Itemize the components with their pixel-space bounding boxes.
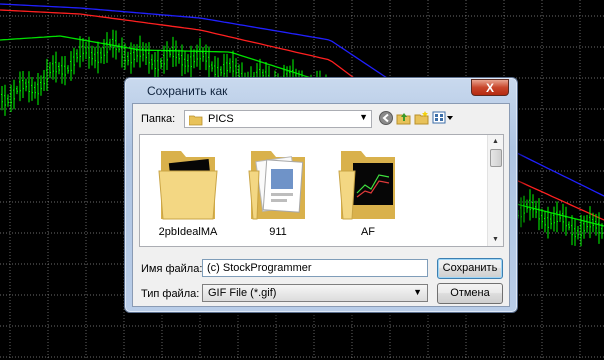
folder-item[interactable]: AF (328, 145, 408, 245)
scroll-up-icon[interactable]: ▲ (492, 138, 499, 145)
filetype-value: GIF File (*.gif) (208, 287, 277, 299)
save-as-dialog: Сохранить как X Папка: PICS ▼ 2pbIdealMA… (124, 77, 518, 313)
folder-documents-icon (238, 145, 318, 223)
folder-item[interactable]: 911 (238, 145, 318, 245)
back-icon[interactable] (378, 110, 394, 126)
folder-icon (188, 113, 203, 131)
folder-chart-icon (328, 145, 408, 223)
filename-label: Имя файла: (141, 263, 203, 275)
close-button[interactable]: X (471, 79, 509, 96)
folder-name: 2pbIdealMA (158, 226, 218, 238)
filetype-select[interactable]: GIF File (*.gif) ▼ (202, 284, 428, 302)
file-list-pane[interactable]: 2pbIdealMA 911 AF ▲ ▼ (139, 134, 504, 247)
folder-item[interactable]: 2pbIdealMA (148, 145, 228, 245)
scroll-down-icon[interactable]: ▼ (492, 236, 499, 243)
folder-location-select[interactable]: PICS ▼ (184, 110, 372, 128)
filename-input[interactable] (202, 259, 428, 277)
folder-name: 911 (269, 226, 287, 238)
dialog-client-area: Папка: PICS ▼ 2pbIdealMA 911 AF ▲ ▼ Имя … (132, 103, 510, 307)
dialog-title: Сохранить как (147, 84, 228, 98)
current-folder-name: PICS (208, 113, 234, 125)
folder-name: AF (360, 226, 376, 238)
new-folder-icon[interactable] (414, 110, 430, 126)
folder-label: Папка: (141, 113, 176, 125)
chevron-down-icon[interactable]: ▼ (359, 112, 368, 122)
save-button[interactable]: Сохранить (437, 258, 503, 279)
folder-chart-icon (148, 145, 228, 223)
cancel-button[interactable]: Отмена (437, 283, 503, 304)
file-list-scrollbar[interactable]: ▲ ▼ (487, 135, 503, 246)
chevron-down-icon[interactable]: ▼ (413, 287, 422, 297)
filetype-label: Тип файла: (141, 288, 200, 300)
dialog-titlebar[interactable]: Сохранить как X (125, 78, 517, 102)
scrollbar-thumb[interactable] (490, 149, 502, 167)
view-menu-icon[interactable] (432, 110, 454, 126)
up-folder-icon[interactable] (396, 110, 412, 126)
